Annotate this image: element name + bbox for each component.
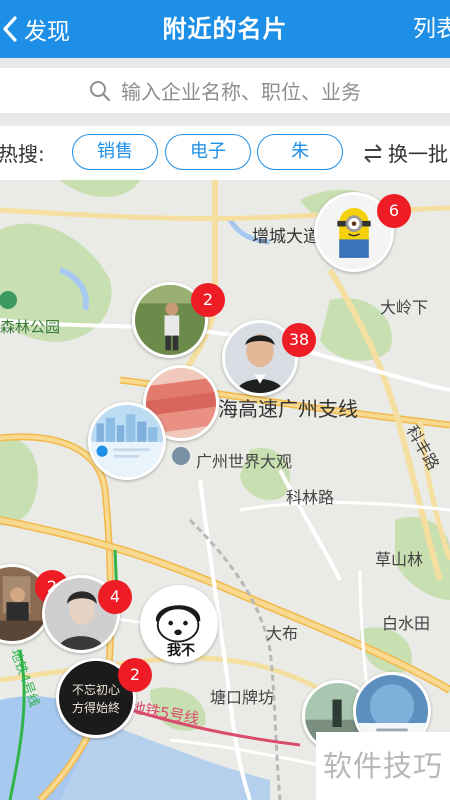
badge-calligraphy: 2 — [118, 658, 152, 692]
list-view-button[interactable]: 列表 — [413, 0, 450, 58]
place-expressway: 海高速广州支线 — [218, 397, 358, 421]
card-pin-meme[interactable]: 我不 — [140, 585, 218, 663]
badge-man-field: 2 — [191, 283, 225, 317]
hot-tag-sales[interactable]: 销售 — [72, 134, 158, 170]
card-pin-city[interactable] — [88, 402, 166, 480]
place-caoshanlin: 草山林 — [375, 550, 424, 569]
hot-search-row: 热搜: 销售 电子 朱 换一批 — [0, 126, 450, 180]
search-icon — [90, 80, 111, 101]
watermark: 软件技巧 — [316, 732, 450, 800]
place-daling: 大岭下 — [380, 298, 429, 317]
city-card-avatar — [91, 405, 163, 477]
place-kelin-road: 科林路 — [286, 488, 335, 507]
hot-search-label: 热搜: — [0, 142, 45, 166]
search-placeholder: 输入企业名称、职位、业务 — [121, 80, 361, 104]
badge-minion: 6 — [377, 194, 411, 228]
badge-young-man: 38 — [282, 323, 316, 357]
search-bar: 输入企业名称、职位、业务 — [0, 58, 450, 126]
hot-tag-electronics[interactable]: 电子 — [165, 134, 251, 170]
map-view[interactable]: 增城大道 森林公园 大岭下 海高速广州支线 广州世界大观 科林路 草山林 白水田… — [0, 180, 450, 800]
top-bar: 发现 附近的名片 列表 — [0, 0, 450, 58]
swap-icon — [364, 143, 382, 163]
refresh-label: 换一批 — [388, 142, 448, 166]
meme-caption: 我不 — [167, 643, 195, 659]
search-field[interactable]: 输入企业名称、职位、业务 — [0, 68, 450, 113]
place-baishuitian: 白水田 — [382, 614, 431, 633]
place-dabu: 大布 — [266, 624, 299, 643]
page-title: 附近的名片 — [162, 15, 288, 43]
place-tangkou: 塘口牌坊 — [210, 688, 275, 707]
place-forest-park: 森林公园 — [0, 318, 61, 336]
badge-portrait: 4 — [98, 580, 132, 614]
place-zengcheng: 增城大道 — [252, 227, 320, 247]
refresh-button[interactable]: 换一批 — [362, 138, 448, 167]
place-world-expo: 广州世界大观 — [196, 452, 293, 471]
hot-tag-zhu[interactable]: 朱 — [257, 134, 343, 170]
calligraphy-text: 不忘初心 方得始終 — [71, 683, 120, 715]
